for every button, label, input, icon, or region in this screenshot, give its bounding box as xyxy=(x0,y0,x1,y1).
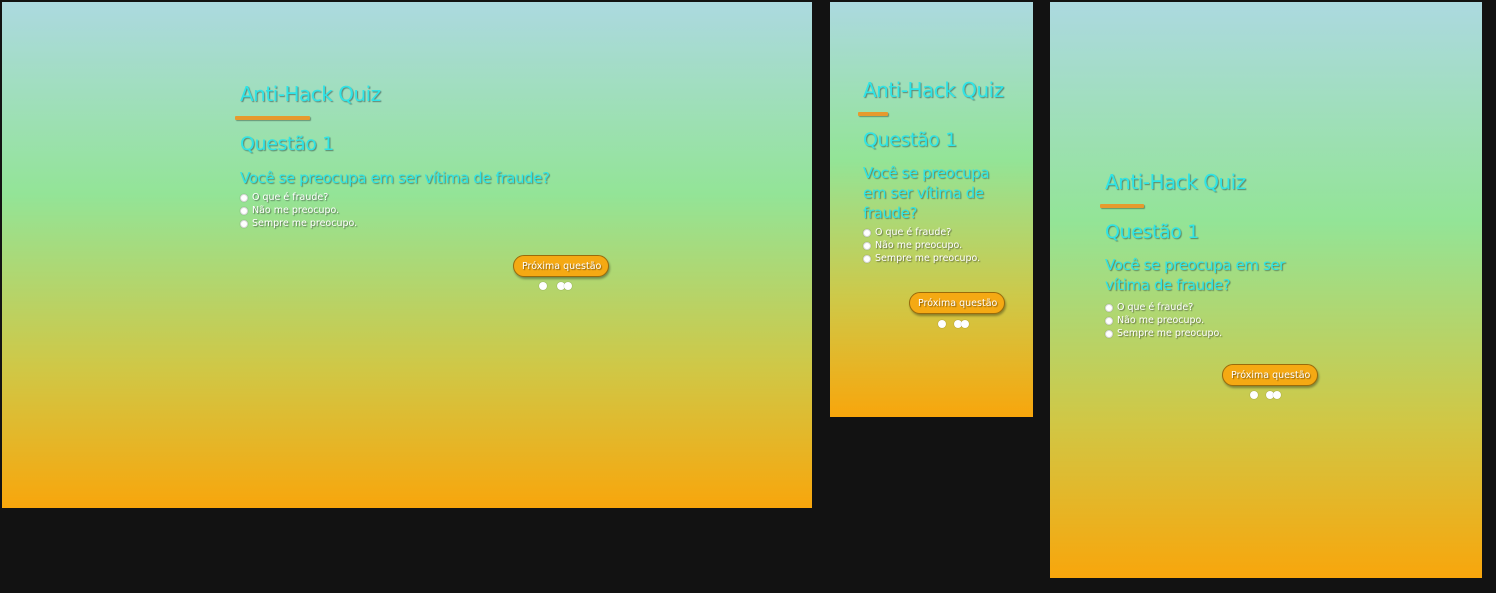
radio-button[interactable] xyxy=(1105,303,1113,312)
title-underline xyxy=(858,112,888,116)
option-1[interactable]: O que é fraude? xyxy=(240,191,550,204)
radio-button[interactable] xyxy=(863,254,871,263)
option-2[interactable]: Não me preocupo. xyxy=(1105,314,1310,327)
progress-dot-1[interactable] xyxy=(938,320,946,328)
answer-options: O que é fraude? Não me preocupo. Sempre … xyxy=(863,226,1013,265)
radio-button[interactable] xyxy=(1105,316,1113,325)
radio-button[interactable] xyxy=(1105,329,1113,338)
option-3[interactable]: Sempre me preocupo. xyxy=(1105,327,1310,340)
quiz-title: Anti-Hack Quiz xyxy=(1105,170,1246,194)
radio-button[interactable] xyxy=(863,241,871,250)
option-label: Sempre me preocupo. xyxy=(875,253,981,264)
option-1[interactable]: O que é fraude? xyxy=(863,226,1013,239)
progress-dots xyxy=(938,320,974,330)
option-1[interactable]: O que é fraude? xyxy=(1105,301,1310,314)
title-underline xyxy=(235,116,310,120)
option-2[interactable]: Não me preocupo. xyxy=(240,204,550,217)
progress-dot-1[interactable] xyxy=(539,282,547,290)
question-text: Você se preocupa em ser vítima de fraude… xyxy=(1105,256,1285,294)
title-underline xyxy=(1100,204,1144,208)
progress-dot-3[interactable] xyxy=(1273,391,1281,399)
radio-button[interactable] xyxy=(240,219,248,228)
question-number: Questão 1 xyxy=(240,133,334,155)
option-label: Não me preocupo. xyxy=(252,205,340,216)
question-text: Você se preocupa em ser vítima de fraude… xyxy=(240,169,550,187)
quiz-title: Anti-Hack Quiz xyxy=(863,78,1004,102)
answer-options: O que é fraude? Não me preocupo. Sempre … xyxy=(240,191,550,230)
option-3[interactable]: Sempre me preocupo. xyxy=(863,252,1013,265)
progress-dots xyxy=(539,282,575,292)
option-2[interactable]: Não me preocupo. xyxy=(863,239,1013,252)
viewport-mobile: Anti-Hack Quiz Questão 1 Você se preocup… xyxy=(830,2,1033,417)
progress-dot-1[interactable] xyxy=(1250,391,1258,399)
quiz-title: Anti-Hack Quiz xyxy=(240,82,381,106)
option-label: O que é fraude? xyxy=(252,192,329,203)
next-question-button[interactable]: Próxima questão xyxy=(909,292,1005,314)
radio-button[interactable] xyxy=(240,193,248,202)
question-text: Você se preocupa em ser vítima de fraude… xyxy=(863,164,990,222)
quiz-container: Anti-Hack Quiz Questão 1 Você se preocup… xyxy=(858,78,1013,265)
question-number: Questão 1 xyxy=(1105,221,1199,243)
viewport-tablet: Anti-Hack Quiz Questão 1 Você se preocup… xyxy=(1050,2,1482,578)
question-number: Questão 1 xyxy=(863,129,957,151)
option-label: O que é fraude? xyxy=(1117,302,1194,313)
next-question-button[interactable]: Próxima questão xyxy=(1222,364,1318,386)
progress-dot-3[interactable] xyxy=(564,282,572,290)
option-label: Sempre me preocupo. xyxy=(252,218,358,229)
quiz-container: Anti-Hack Quiz Questão 1 Você se preocup… xyxy=(235,82,550,230)
radio-button[interactable] xyxy=(863,228,871,237)
progress-dot-3[interactable] xyxy=(961,320,969,328)
option-label: Não me preocupo. xyxy=(875,240,963,251)
option-3[interactable]: Sempre me preocupo. xyxy=(240,217,550,230)
answer-options: O que é fraude? Não me preocupo. Sempre … xyxy=(1105,301,1310,340)
progress-dots xyxy=(1250,391,1286,401)
radio-button[interactable] xyxy=(240,206,248,215)
option-label: Sempre me preocupo. xyxy=(1117,328,1223,339)
next-question-button[interactable]: Próxima questão xyxy=(513,255,609,277)
quiz-container: Anti-Hack Quiz Questão 1 Você se preocup… xyxy=(1100,170,1310,340)
option-label: Não me preocupo. xyxy=(1117,315,1205,326)
option-label: O que é fraude? xyxy=(875,227,952,238)
viewport-desktop: Anti-Hack Quiz Questão 1 Você se preocup… xyxy=(2,2,812,508)
